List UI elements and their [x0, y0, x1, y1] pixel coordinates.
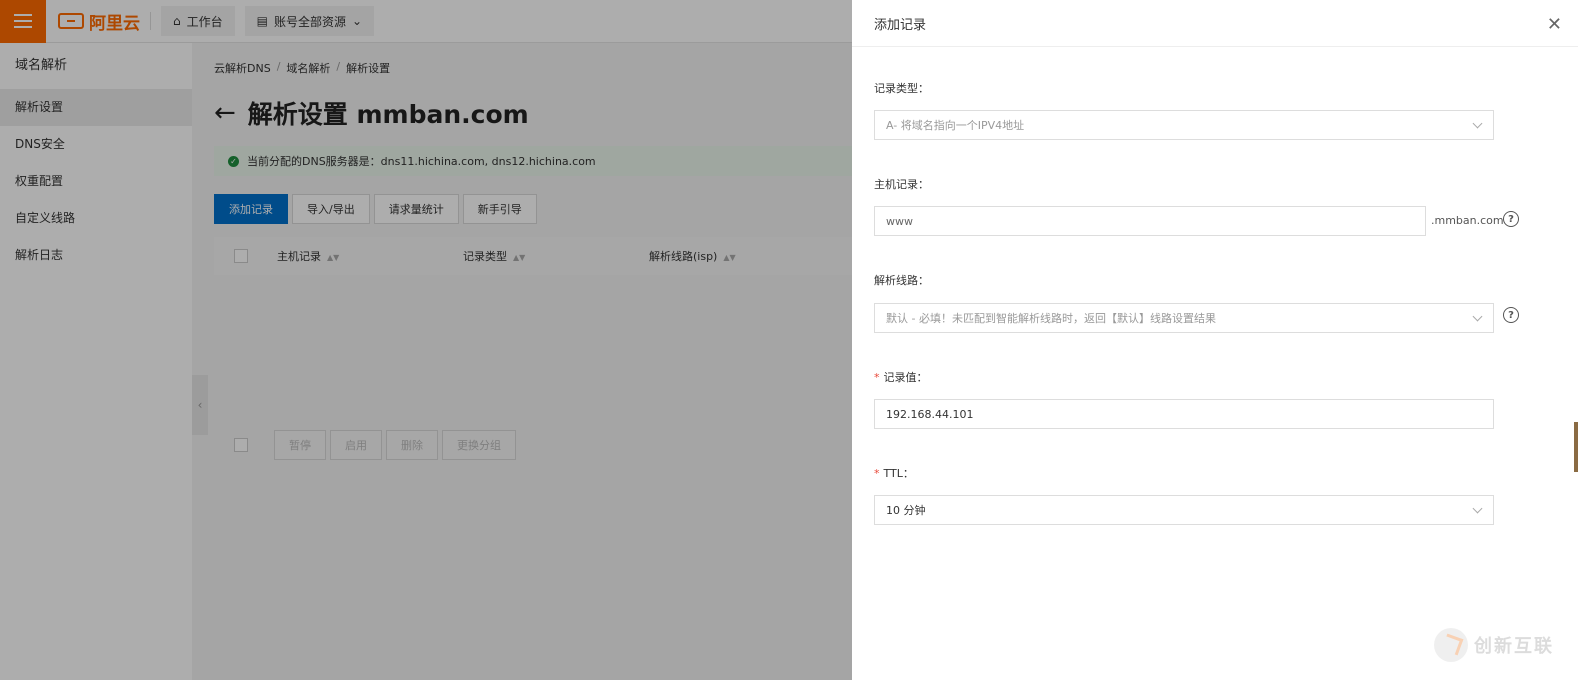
- ttl-select[interactable]: 10 分钟: [874, 495, 1494, 525]
- help-icon[interactable]: ?: [1503, 307, 1519, 323]
- add-record-drawer: 添加记录 ✕ 记录类型： A- 将域名指向一个IPV4地址 主机记录： .mmb…: [852, 0, 1578, 680]
- resolution-line-label: 解析线路：: [874, 274, 929, 287]
- chevron-down-icon: [1472, 311, 1483, 321]
- modal-overlay[interactable]: [0, 0, 852, 680]
- watermark: 创新互联: [1434, 628, 1554, 662]
- chevron-down-icon: [1472, 503, 1483, 513]
- host-record-input[interactable]: [874, 206, 1426, 236]
- drawer-title: 添加记录: [852, 0, 1578, 47]
- record-value-input[interactable]: [874, 399, 1494, 429]
- required-marker: *: [874, 371, 880, 384]
- record-type-select[interactable]: A- 将域名指向一个IPV4地址: [874, 110, 1494, 140]
- host-record-label: 主机记录：: [874, 178, 929, 191]
- record-value-label: * 记录值：: [874, 371, 928, 384]
- domain-suffix: .mmban.com: [1431, 214, 1504, 227]
- chevron-down-icon: [1472, 118, 1483, 128]
- help-icon[interactable]: ?: [1503, 211, 1519, 227]
- watermark-logo-icon: [1434, 628, 1468, 662]
- scrollbar-handle[interactable]: [1574, 422, 1578, 472]
- record-type-label: 记录类型：: [874, 82, 929, 95]
- close-icon[interactable]: ✕: [1547, 14, 1562, 35]
- required-marker: *: [874, 467, 880, 480]
- ttl-label: * TTL：: [874, 467, 914, 480]
- resolution-line-select[interactable]: 默认 - 必填！未匹配到智能解析线路时，返回【默认】线路设置结果: [874, 303, 1494, 333]
